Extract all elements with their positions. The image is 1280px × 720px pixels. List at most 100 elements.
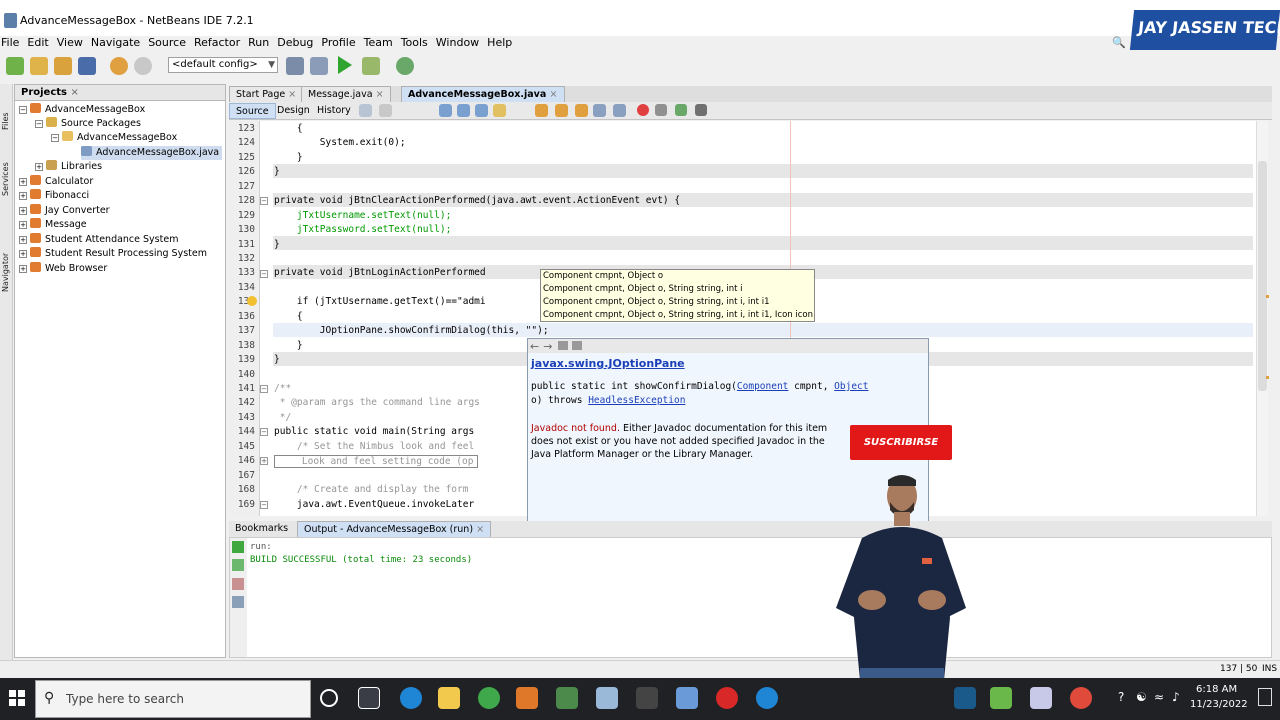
config-select[interactable]: <default config> ▼: [168, 57, 278, 73]
uncomment-icon[interactable]: [695, 104, 707, 116]
toggle-highlight-icon[interactable]: [493, 104, 506, 117]
hint-item[interactable]: Component cmpnt, Object o, String string…: [541, 309, 814, 322]
lightbulb-hint-icon[interactable]: [247, 296, 257, 306]
next-bookmark-icon[interactable]: [555, 104, 568, 117]
fold-toggle[interactable]: −: [260, 385, 268, 393]
menu-help[interactable]: Help: [487, 36, 512, 49]
menu-source[interactable]: Source: [148, 36, 186, 49]
app-icon[interactable]: [556, 687, 578, 709]
tab-history[interactable]: History: [311, 103, 357, 119]
fold-toggle[interactable]: −: [260, 428, 268, 436]
tree-project-calculator[interactable]: + Calculator: [19, 175, 93, 189]
run-icon[interactable]: [338, 56, 352, 74]
shift-left-icon[interactable]: [593, 104, 606, 117]
clock-date[interactable]: 11/23/2022: [1190, 699, 1248, 710]
close-icon[interactable]: ×: [288, 89, 296, 100]
fold-toggle[interactable]: −: [260, 501, 268, 509]
fold-toggle[interactable]: +: [260, 457, 268, 465]
stop-macro-icon[interactable]: [655, 104, 667, 116]
tab-bookmarks[interactable]: Bookmarks: [229, 521, 295, 537]
build-icon[interactable]: [310, 57, 328, 75]
editor-scrollbar[interactable]: [1256, 121, 1269, 516]
hint-item[interactable]: Component cmpnt, Object o, String string…: [541, 296, 814, 309]
last-edit-icon[interactable]: [359, 104, 372, 117]
side-tab-navigator[interactable]: Navigator: [1, 222, 12, 292]
menu-refactor[interactable]: Refactor: [194, 36, 240, 49]
tab-advancemessagebox-java[interactable]: AdvanceMessageBox.java ×: [401, 86, 565, 102]
back-icon[interactable]: [379, 104, 392, 117]
menu-edit[interactable]: Edit: [27, 36, 48, 49]
tree-project-student-result[interactable]: + Student Result Processing System: [19, 247, 207, 261]
open-browser-icon[interactable]: [558, 341, 569, 350]
tab-design[interactable]: Design: [271, 103, 316, 119]
app-icon[interactable]: [954, 687, 976, 709]
menu-team[interactable]: Team: [364, 36, 393, 49]
settings-icon[interactable]: [232, 596, 244, 608]
menu-run[interactable]: Run: [248, 36, 269, 49]
fold-toggle[interactable]: −: [260, 197, 268, 205]
redo-icon[interactable]: [134, 57, 152, 75]
menu-profile[interactable]: Profile: [321, 36, 355, 49]
link-object[interactable]: Object: [834, 381, 868, 392]
menu-navigate[interactable]: Navigate: [91, 36, 140, 49]
subscribe-button[interactable]: SUSCRIBIRSE: [850, 425, 952, 460]
tree-project-message[interactable]: + Message: [19, 218, 87, 232]
app-icon[interactable]: [676, 687, 698, 709]
tree-libraries[interactable]: + Libraries: [35, 160, 102, 174]
help-icon[interactable]: ?: [1118, 690, 1124, 704]
netbeans-taskbar-icon[interactable]: [596, 687, 618, 709]
open-project-icon[interactable]: [54, 57, 72, 75]
side-tab-services[interactable]: Services: [1, 136, 12, 196]
close-icon[interactable]: ×: [376, 89, 384, 100]
taskbar-search[interactable]: ⚲ Type here to search: [35, 680, 311, 718]
search-icon[interactable]: 🔍: [1112, 36, 1130, 49]
app-icon[interactable]: [1030, 687, 1052, 709]
toggle-bookmark-icon[interactable]: [575, 104, 588, 117]
tree-project-student-attendance[interactable]: + Student Attendance System: [19, 233, 178, 247]
network-icon[interactable]: ☯: [1136, 690, 1147, 704]
recorder-icon[interactable]: [716, 687, 738, 709]
find-next-icon[interactable]: [475, 104, 488, 117]
stop-icon[interactable]: [232, 578, 244, 590]
projects-header[interactable]: Projects ×: [15, 85, 225, 101]
tree-project-fibonacci[interactable]: + Fibonacci: [19, 189, 89, 203]
tree-source-packages[interactable]: − Source Packages: [35, 117, 141, 131]
profile-icon[interactable]: [396, 57, 414, 75]
new-project-icon[interactable]: [6, 57, 24, 75]
tree-project-advancemessagebox[interactable]: − AdvanceMessageBox: [19, 103, 145, 117]
folded-code-box[interactable]: Look and feel setting code (op: [274, 455, 479, 468]
edge-icon[interactable]: [400, 687, 422, 709]
bookmark-icon[interactable]: [535, 104, 548, 117]
hint-item[interactable]: Component cmpnt, Object o, String string…: [541, 283, 814, 296]
menu-debug[interactable]: Debug: [277, 36, 313, 49]
tab-source[interactable]: Source: [229, 103, 276, 119]
clean-build-icon[interactable]: [286, 57, 304, 75]
rerun-icon[interactable]: [232, 541, 244, 553]
find-icon[interactable]: [439, 104, 452, 117]
new-file-icon[interactable]: [30, 57, 48, 75]
save-all-icon[interactable]: [78, 57, 96, 75]
tree-package[interactable]: − AdvanceMessageBox: [51, 131, 177, 145]
menu-window[interactable]: Window: [436, 36, 479, 49]
tab-start-page[interactable]: Start Page ×: [229, 86, 304, 102]
app-icon[interactable]: [756, 687, 778, 709]
app-icon[interactable]: [990, 687, 1012, 709]
back-arrow-icon[interactable]: ←: [530, 340, 539, 353]
output-panel[interactable]: run: BUILD SUCCESSFUL (total time: 23 se…: [229, 537, 1272, 658]
shift-right-icon[interactable]: [613, 104, 626, 117]
forward-arrow-icon[interactable]: →: [543, 340, 552, 353]
tab-output[interactable]: Output - AdvanceMessageBox (run) ×: [297, 521, 492, 537]
clock-time[interactable]: 6:18 AM: [1196, 684, 1237, 695]
tree-project-web-browser[interactable]: + Web Browser: [19, 262, 107, 276]
app-icon[interactable]: [636, 687, 658, 709]
app-icon[interactable]: [478, 687, 500, 709]
wifi-icon[interactable]: ≈: [1154, 690, 1164, 704]
record-macro-icon[interactable]: [637, 104, 649, 116]
comment-icon[interactable]: [675, 104, 687, 116]
tree-project-jay-converter[interactable]: + Jay Converter: [19, 204, 110, 218]
close-icon[interactable]: ×: [71, 87, 79, 98]
notifications-icon[interactable]: [1258, 688, 1272, 706]
menu-tools[interactable]: Tools: [401, 36, 428, 49]
tree-file-advancemessagebox-java[interactable]: AdvanceMessageBox.java: [81, 146, 223, 160]
debug-icon[interactable]: [362, 57, 380, 75]
